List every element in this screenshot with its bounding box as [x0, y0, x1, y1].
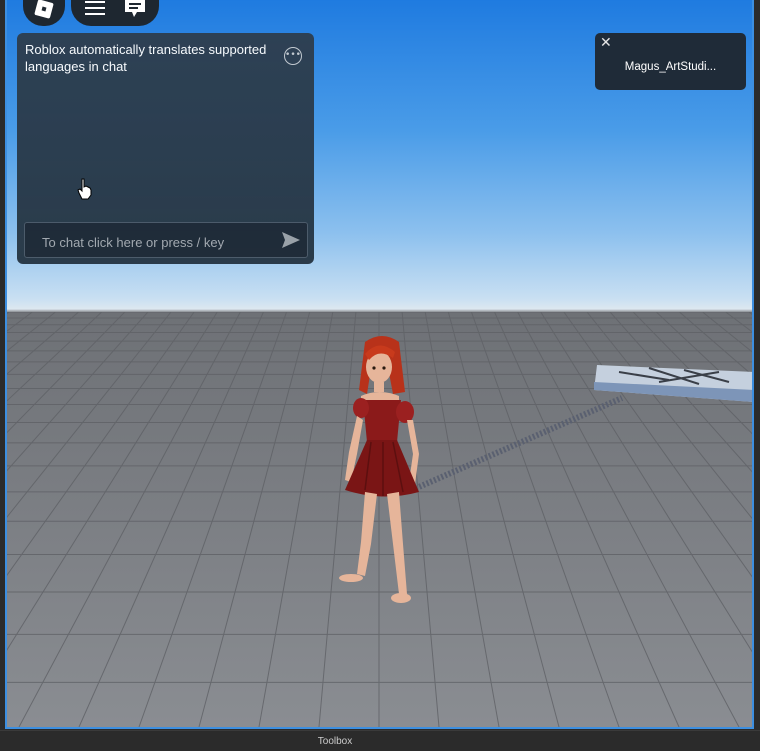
close-icon[interactable]: ✕: [600, 35, 612, 51]
chat-input-bar[interactable]: [24, 222, 308, 258]
chat-window: Roblox automatically translates supporte…: [17, 33, 314, 264]
game-viewport[interactable]: Roblox automatically translates supporte…: [5, 0, 754, 729]
hand-pointer-icon: [77, 178, 92, 200]
chat-bubble-icon[interactable]: [123, 0, 147, 19]
player-avatar[interactable]: [327, 332, 437, 612]
notification-username: Magus_ArtStudi...: [624, 61, 717, 73]
rope-constraint: [410, 395, 624, 493]
roblox-menu-button[interactable]: [23, 0, 65, 26]
chat-system-message: Roblox automatically translates supporte…: [25, 42, 267, 74]
player-notification[interactable]: ✕ Magus_ArtStudi...: [595, 33, 746, 90]
studio-bottom-bar: Toolbox: [0, 730, 760, 751]
hamburger-menu-icon[interactable]: [85, 0, 105, 16]
toolbox-tab[interactable]: Toolbox: [0, 736, 670, 747]
chat-input[interactable]: [40, 232, 274, 252]
roblox-logo-icon: [34, 0, 54, 19]
send-arrow-icon[interactable]: [281, 231, 301, 249]
topbar-pill: [71, 0, 159, 26]
ellipsis-icon[interactable]: •••: [284, 47, 302, 65]
